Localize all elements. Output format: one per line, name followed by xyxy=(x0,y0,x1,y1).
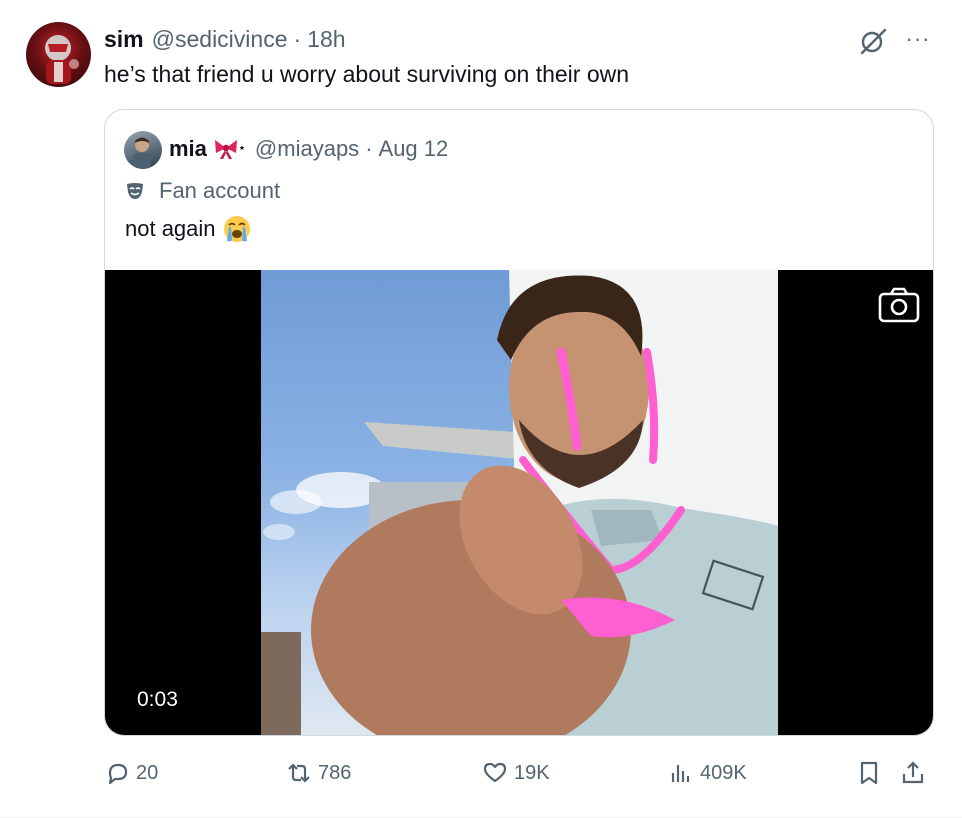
quoted-author-avatar[interactable] xyxy=(124,131,162,169)
like-button[interactable]: 19K xyxy=(482,756,550,790)
grok-icon[interactable] xyxy=(858,26,888,56)
author-name[interactable]: sim xyxy=(104,26,144,53)
action-bar: 20 786 19K 409K xyxy=(104,756,934,790)
like-count: 19K xyxy=(514,761,550,784)
reply-button[interactable]: 20 xyxy=(104,756,158,790)
repost-count: 786 xyxy=(318,761,352,784)
quoted-author-handle[interactable]: @miayaps xyxy=(255,136,359,162)
mask-icon xyxy=(127,183,143,199)
quoted-tweet-text-row: not again xyxy=(125,214,252,244)
tweet-text: he’s that friend u worry about surviving… xyxy=(104,61,630,87)
share-button[interactable] xyxy=(900,756,926,790)
video-player[interactable]: 0:03 xyxy=(105,270,933,735)
views-count: 409K xyxy=(700,761,747,784)
quoted-tweet-text: not again xyxy=(125,216,216,241)
views-icon xyxy=(671,765,690,782)
ribbon-icon xyxy=(214,140,245,159)
bookmark-button[interactable] xyxy=(856,756,882,790)
quoted-author-name[interactable]: mia xyxy=(169,136,207,162)
share-icon xyxy=(902,761,924,784)
tweet-timestamp[interactable]: 18h xyxy=(307,26,345,53)
author-avatar[interactable] xyxy=(26,22,91,87)
header-separator: · xyxy=(293,25,302,52)
video-duration: 0:03 xyxy=(137,688,178,711)
reply-icon xyxy=(108,763,128,785)
fan-account-text: Fan account xyxy=(159,178,281,203)
loudly-crying-face-emoji xyxy=(223,216,250,242)
video-frame xyxy=(261,270,778,735)
tweet-header: sim @sedicivince · 18h xyxy=(104,24,346,54)
camera-icon[interactable] xyxy=(877,286,921,324)
reply-count: 20 xyxy=(136,761,159,784)
quoted-timestamp[interactable]: Aug 12 xyxy=(379,136,449,162)
quoted-header: mia @miayaps · Aug 12 xyxy=(169,134,448,164)
heart-icon xyxy=(483,762,507,783)
quoted-tweet[interactable]: mia @miayaps · Aug 12 Fan account not ag… xyxy=(104,109,934,736)
tweet[interactable]: sim @sedicivince · 18h he’s that friend … xyxy=(0,0,962,818)
repost-button[interactable]: 786 xyxy=(286,756,351,790)
repost-icon xyxy=(288,763,310,783)
bookmark-icon xyxy=(860,761,878,785)
author-handle[interactable]: @sedicivince xyxy=(152,26,288,53)
more-icon[interactable]: ··· xyxy=(900,24,936,54)
quoted-header-separator: · xyxy=(365,136,373,161)
views-button[interactable]: 409K xyxy=(668,756,747,790)
fan-account-label: Fan account xyxy=(125,176,280,206)
